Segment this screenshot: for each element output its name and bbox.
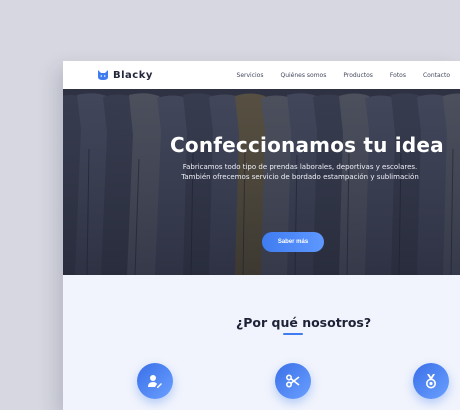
website-page: Blacky Servicios Quiénes somos Productos… bbox=[63, 61, 460, 410]
brand-logo[interactable]: Blacky bbox=[97, 67, 153, 83]
why-us-section: ¿Por qué nosotros? bbox=[63, 275, 460, 410]
hero-title: Confeccionamos tu idea bbox=[170, 133, 444, 157]
hero-subtitle-line-2: También ofrecemos servicio de bordado es… bbox=[181, 173, 419, 181]
medal-icon bbox=[426, 374, 436, 389]
cat-head-icon bbox=[98, 70, 108, 80]
section-title: ¿Por qué nosotros? bbox=[236, 315, 372, 330]
scissors-icon bbox=[285, 374, 300, 388]
nav-link-quienes-somos[interactable]: Quiénes somos bbox=[280, 72, 326, 79]
navbar: Blacky Servicios Quiénes somos Productos… bbox=[63, 61, 460, 89]
feature-badge-scissors bbox=[275, 363, 311, 399]
nav-link-productos[interactable]: Productos bbox=[343, 72, 373, 79]
main-nav: Servicios Quiénes somos Productos Fotos … bbox=[220, 61, 450, 89]
nav-link-servicios[interactable]: Servicios bbox=[237, 72, 264, 79]
user-edit-icon bbox=[148, 375, 162, 388]
nav-link-contacto[interactable]: Contacto bbox=[423, 72, 450, 79]
feature-badge-medal bbox=[413, 363, 449, 399]
brand-name: Blacky bbox=[113, 69, 153, 81]
title-underline bbox=[283, 333, 303, 335]
hero-banner: Confeccionamos tu idea Fabricamos todo t… bbox=[63, 89, 460, 275]
nav-link-fotos[interactable]: Fotos bbox=[390, 72, 406, 79]
feature-badge-user bbox=[137, 363, 173, 399]
saber-mas-button[interactable]: Saber más bbox=[262, 232, 324, 252]
hero-overlay bbox=[63, 89, 460, 275]
hero-subtitle-line-1: Fabricamos todo tipo de prendas laborale… bbox=[182, 163, 418, 171]
